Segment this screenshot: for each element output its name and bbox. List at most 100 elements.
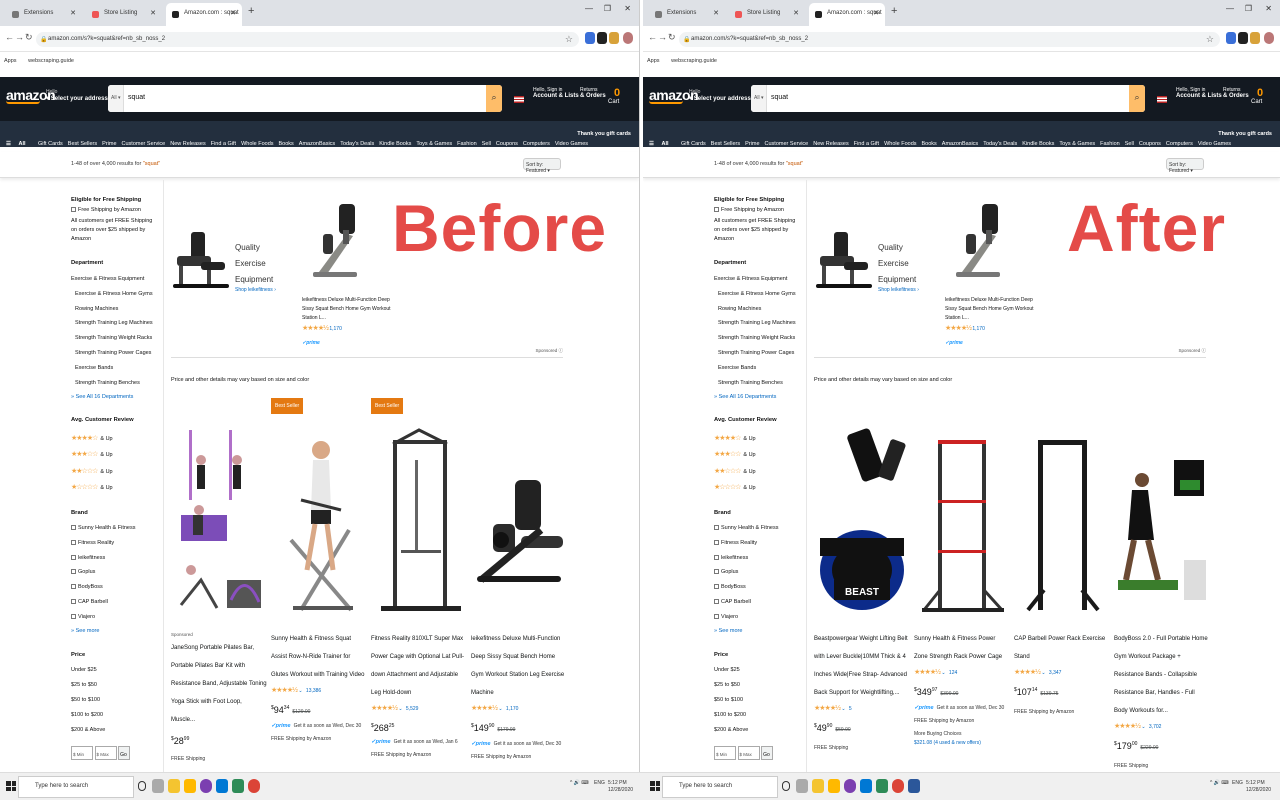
see-all-departments[interactable]: » See All 16 Departments bbox=[714, 390, 800, 405]
product-image[interactable]: BEAST bbox=[814, 420, 910, 620]
brand-filter-checkbox[interactable]: BodyBoss bbox=[714, 580, 800, 595]
nav-link-kindle-books[interactable]: Kindle Books bbox=[379, 141, 411, 147]
brand-filter-checkbox[interactable]: leikefitness bbox=[714, 551, 800, 566]
nav-link-toys-games[interactable]: Toys & Games bbox=[1059, 141, 1095, 147]
nav-link-sell[interactable]: Sell bbox=[482, 141, 491, 147]
product-title-link[interactable]: Beastpowergear Weight Lifting Belt with … bbox=[814, 630, 910, 702]
nav-promo[interactable]: Thank you gift cards bbox=[1218, 131, 1272, 137]
extension-icon[interactable] bbox=[585, 32, 595, 44]
department-item[interactable]: Strength Training Benches bbox=[75, 376, 157, 391]
tray-icons[interactable]: ^ 🔊 ⌨ bbox=[570, 780, 589, 787]
product-card[interactable]: Best Seller Fitness Reality 810XLT Super … bbox=[371, 398, 467, 772]
app-icon[interactable] bbox=[908, 779, 920, 793]
review-filter-2-stars[interactable]: ★★☆☆☆ & Up bbox=[71, 464, 157, 480]
returns-orders[interactable]: Returns & Orders bbox=[580, 87, 606, 99]
cortana-icon[interactable] bbox=[782, 781, 790, 791]
brand-filter-checkbox[interactable]: Sunny Health & Fitness bbox=[71, 521, 157, 536]
price-filter-link[interactable]: $100 to $200 bbox=[714, 708, 800, 723]
task-view-icon[interactable] bbox=[796, 779, 808, 793]
close-window-icon[interactable]: ✕ bbox=[1265, 4, 1272, 13]
department-item[interactable]: Strength Training Leg Machines bbox=[75, 316, 157, 331]
nav-link-coupons[interactable]: Coupons bbox=[1139, 141, 1161, 147]
folder-icon[interactable] bbox=[184, 779, 196, 793]
nav-link-find-a-gift[interactable]: Find a Gift bbox=[211, 141, 236, 147]
close-icon[interactable]: ✕ bbox=[150, 9, 156, 17]
nav-all-button[interactable]: ☰ All bbox=[649, 131, 669, 147]
department-item[interactable]: Strength Training Benches bbox=[718, 376, 800, 391]
cortana-icon[interactable] bbox=[138, 781, 146, 791]
price-filter-link[interactable]: $25 to $50 bbox=[71, 678, 157, 693]
cart-icon[interactable]: 0 Cart bbox=[1251, 87, 1263, 105]
product-image[interactable] bbox=[171, 420, 267, 620]
product-image[interactable] bbox=[371, 420, 467, 620]
file-explorer-icon[interactable] bbox=[168, 779, 180, 793]
banner-rating[interactable]: ★★★★½ 1,170 bbox=[945, 324, 985, 332]
nav-link-gift-cards[interactable]: Gift Cards bbox=[681, 141, 706, 147]
tab-amazon[interactable]: Amazon.com : squat ✕ bbox=[166, 3, 242, 26]
file-explorer-icon[interactable] bbox=[812, 779, 824, 793]
product-price[interactable]: $2899 bbox=[171, 729, 267, 751]
department-item[interactable]: Strength Training Power Cages bbox=[718, 346, 800, 361]
product-title-link[interactable]: CAP Barbell Power Rack Exercise Stand bbox=[1014, 630, 1110, 666]
avatar[interactable] bbox=[623, 32, 633, 44]
nav-all-button[interactable]: ☰ All bbox=[6, 131, 26, 147]
go-button[interactable]: Go bbox=[118, 746, 131, 761]
search-category-select[interactable]: All ▾ bbox=[751, 85, 767, 112]
bookmark-star-icon[interactable]: ☆ bbox=[1206, 34, 1214, 45]
app-icon[interactable] bbox=[200, 779, 212, 793]
see-more-brands[interactable]: » See more bbox=[71, 624, 157, 638]
product-price[interactable]: $4990$59.90 bbox=[814, 716, 910, 740]
nav-link-whole-foods[interactable]: Whole Foods bbox=[241, 141, 273, 147]
product-image[interactable] bbox=[271, 420, 367, 620]
nav-promo[interactable]: Thank you gift cards bbox=[577, 131, 631, 137]
product-rating[interactable]: ★★★★½ ⌄ 5 bbox=[814, 702, 910, 716]
forward-icon[interactable]: → bbox=[15, 32, 24, 42]
sissy-squat-image[interactable] bbox=[309, 200, 369, 286]
close-icon[interactable]: ✕ bbox=[873, 9, 879, 17]
extension-icon[interactable] bbox=[1226, 32, 1236, 44]
minimize-icon[interactable]: — bbox=[1226, 4, 1234, 13]
maximize-icon[interactable]: ❐ bbox=[1245, 4, 1252, 13]
back-icon[interactable]: ← bbox=[5, 32, 14, 42]
vscode-icon[interactable] bbox=[860, 779, 872, 793]
taskbar-search-input[interactable]: Type here to search bbox=[18, 776, 134, 798]
free-shipping-checkbox[interactable]: Free Shipping by Amazon bbox=[71, 205, 157, 215]
search-icon[interactable]: ⌕ bbox=[1129, 85, 1145, 112]
nav-link-books[interactable]: Books bbox=[279, 141, 294, 147]
nav-link-prime[interactable]: Prime bbox=[102, 141, 116, 147]
clock[interactable]: 5:12 PM 12/28/2020 bbox=[608, 780, 633, 794]
returns-orders[interactable]: Returns & Orders bbox=[1223, 87, 1249, 99]
url-field[interactable]: 🔒 amazon.com/s?k=squat&ref=nb_sb_noss_2 ☆ bbox=[679, 32, 1220, 47]
nav-link-coupons[interactable]: Coupons bbox=[496, 141, 518, 147]
reload-icon[interactable]: ↻ bbox=[668, 32, 676, 43]
nav-link-toys-games[interactable]: Toys & Games bbox=[416, 141, 452, 147]
nav-link-gift-cards[interactable]: Gift Cards bbox=[38, 141, 63, 147]
brand-filter-checkbox[interactable]: CAP Barbell bbox=[71, 595, 157, 610]
tab-extensions[interactable]: Extensions ✕ bbox=[6, 3, 82, 26]
brand-filter-checkbox[interactable]: BodyBoss bbox=[71, 580, 157, 595]
search-category-select[interactable]: All ▾ bbox=[108, 85, 124, 112]
vscode-icon[interactable] bbox=[216, 779, 228, 793]
nav-link-new-releases[interactable]: New Releases bbox=[813, 141, 848, 147]
app-icon[interactable] bbox=[844, 779, 856, 793]
product-card[interactable]: Best Seller Sunny Health & Fitness Squat … bbox=[271, 398, 367, 772]
webscraping-bookmark[interactable]: webscraping.guide bbox=[671, 58, 717, 64]
tab-store-listing[interactable]: Store Listing ✕ bbox=[729, 3, 805, 26]
nav-link-video-games[interactable]: Video Games bbox=[1198, 141, 1231, 147]
review-filter-1-stars[interactable]: ★☆☆☆☆ & Up bbox=[714, 480, 800, 496]
cart-icon[interactable]: 0 Cart bbox=[608, 87, 620, 105]
product-card[interactable]: Sponsored JaneSong Portable Pilates Bar, … bbox=[171, 398, 267, 772]
nav-link-customer-service[interactable]: Customer Service bbox=[765, 141, 809, 147]
product-card[interactable]: CAP Barbell Power Rack Exercise Stand ★★★… bbox=[1014, 398, 1110, 772]
product-rating[interactable]: ★★★★½ ⌄ 5,529 bbox=[371, 702, 467, 716]
max-price-input[interactable]: $ Max bbox=[94, 746, 117, 761]
sort-dropdown[interactable]: Sort by: Featured ▾ bbox=[523, 158, 561, 174]
task-view-icon[interactable] bbox=[152, 779, 164, 793]
see-all-departments[interactable]: » See All 16 Departments bbox=[71, 390, 157, 405]
squat-machine-image[interactable] bbox=[814, 226, 874, 298]
min-price-input[interactable]: $ Min bbox=[714, 746, 736, 761]
tab-extensions[interactable]: Extensions ✕ bbox=[649, 3, 725, 26]
nav-link-sell[interactable]: Sell bbox=[1125, 141, 1134, 147]
banner-product-title[interactable]: leikefitness Deluxe Multi-Function Deep … bbox=[302, 296, 392, 323]
department-item[interactable]: Rowing Machines bbox=[718, 302, 800, 317]
